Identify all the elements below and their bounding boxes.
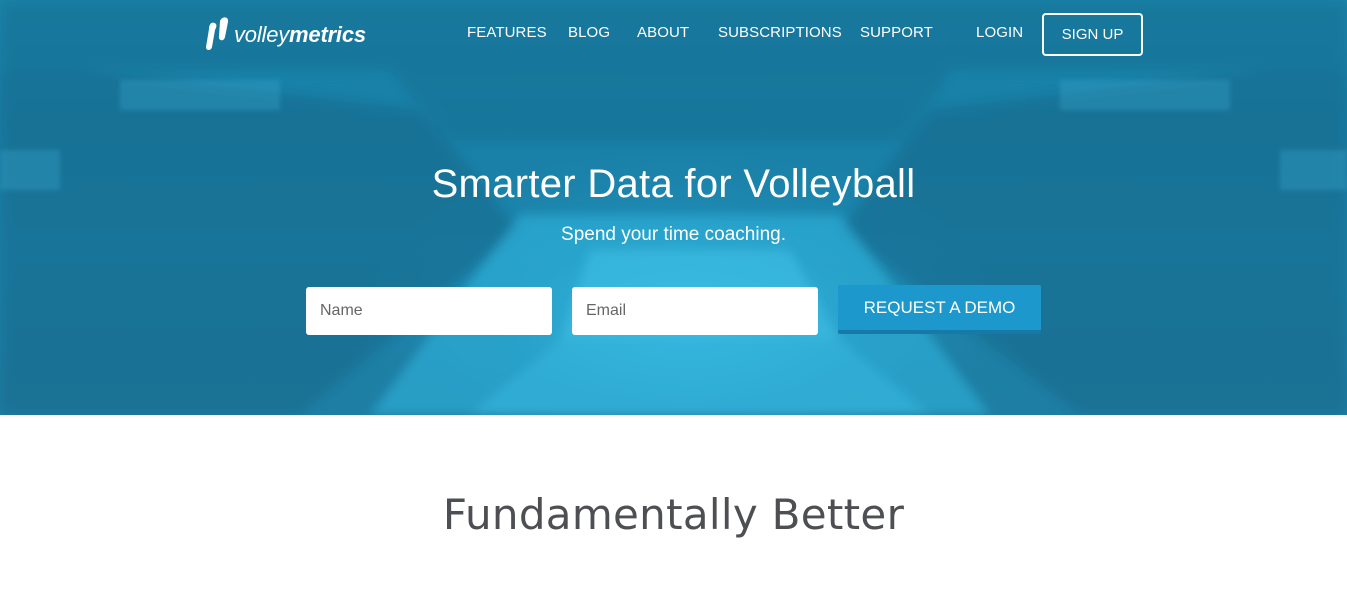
nav-support[interactable]: SUPPORT [860,24,933,41]
brand-name-bold: metrics [289,22,366,47]
nav-about[interactable]: ABOUT [637,24,689,41]
section-title: Fundamentally Better [442,490,905,539]
brand-name: volleymetrics [234,22,366,48]
hero-section: volleymetrics FEATURES BLOG ABOUT SUBSCR… [0,0,1347,415]
volleymetrics-logo-icon [206,17,229,50]
court-image [370,215,990,415]
hero-title: Smarter Data for Volleyball [431,162,916,206]
nav-blog[interactable]: BLOG [568,24,610,41]
signup-button[interactable]: SIGN UP [1042,13,1143,56]
name-input[interactable] [306,287,552,335]
nav-login[interactable]: LOGIN [976,24,1023,41]
nav-features[interactable]: FEATURES [467,24,547,41]
hero-subtitle: Spend your time coaching. [561,224,786,245]
request-demo-button[interactable]: REQUEST A DEMO [838,285,1041,334]
nav-subscriptions[interactable]: SUBSCRIPTIONS [718,24,842,41]
brand-logo[interactable]: volleymetrics [203,14,366,56]
email-input[interactable] [572,287,818,335]
brand-name-light: volley [234,22,290,47]
